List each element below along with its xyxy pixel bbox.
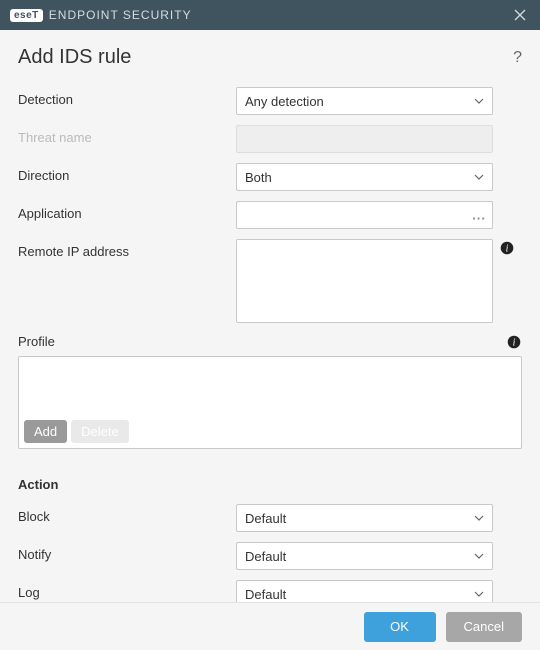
label-block: Block — [18, 504, 236, 524]
label-threat-name: Threat name — [18, 125, 236, 145]
info-icon[interactable]: i — [499, 240, 515, 256]
svg-text:i: i — [513, 338, 516, 349]
page-title: Add IDS rule — [18, 46, 513, 69]
close-icon — [514, 9, 526, 21]
chevron-down-icon — [474, 513, 484, 523]
svg-text:i: i — [506, 244, 509, 255]
chevron-down-icon — [474, 551, 484, 561]
ok-button[interactable]: OK — [364, 612, 436, 642]
remote-ip-textarea[interactable] — [236, 239, 493, 323]
delete-button: Delete — [71, 420, 129, 443]
cancel-button[interactable]: Cancel — [446, 612, 522, 642]
notify-value: Default — [245, 549, 286, 564]
section-action-title: Action — [18, 477, 522, 492]
label-direction: Direction — [18, 163, 236, 183]
label-detection: Detection — [18, 87, 236, 107]
detection-select[interactable]: Any detection — [236, 87, 493, 115]
brand-text: ENDPOINT SECURITY — [49, 8, 192, 22]
label-log: Log — [18, 580, 236, 600]
info-icon[interactable]: i — [506, 334, 522, 350]
label-notify: Notify — [18, 542, 236, 562]
detection-value: Any detection — [245, 94, 324, 109]
threat-name-input — [236, 125, 493, 153]
titlebar: eseT ENDPOINT SECURITY — [0, 0, 540, 30]
chevron-down-icon — [474, 172, 484, 182]
profile-box: Add Delete — [18, 356, 522, 449]
chevron-down-icon — [474, 96, 484, 106]
direction-value: Both — [245, 170, 272, 185]
block-select[interactable]: Default — [236, 504, 493, 532]
profile-list[interactable] — [19, 357, 521, 415]
help-icon[interactable]: ? — [513, 49, 522, 67]
footer: OK Cancel — [0, 602, 540, 650]
label-remote-ip: Remote IP address — [18, 239, 236, 259]
label-profile: Profile — [18, 334, 506, 349]
application-input[interactable]: ... — [236, 201, 493, 229]
close-button[interactable] — [508, 3, 532, 27]
browse-icon[interactable]: ... — [472, 208, 486, 223]
log-value: Default — [245, 587, 286, 602]
notify-select[interactable]: Default — [236, 542, 493, 570]
block-value: Default — [245, 511, 286, 526]
add-button[interactable]: Add — [24, 420, 67, 443]
direction-select[interactable]: Both — [236, 163, 493, 191]
chevron-down-icon — [474, 589, 484, 599]
brand: eseT ENDPOINT SECURITY — [10, 8, 192, 22]
label-application: Application — [18, 201, 236, 221]
brand-logo: eseT — [10, 9, 43, 22]
